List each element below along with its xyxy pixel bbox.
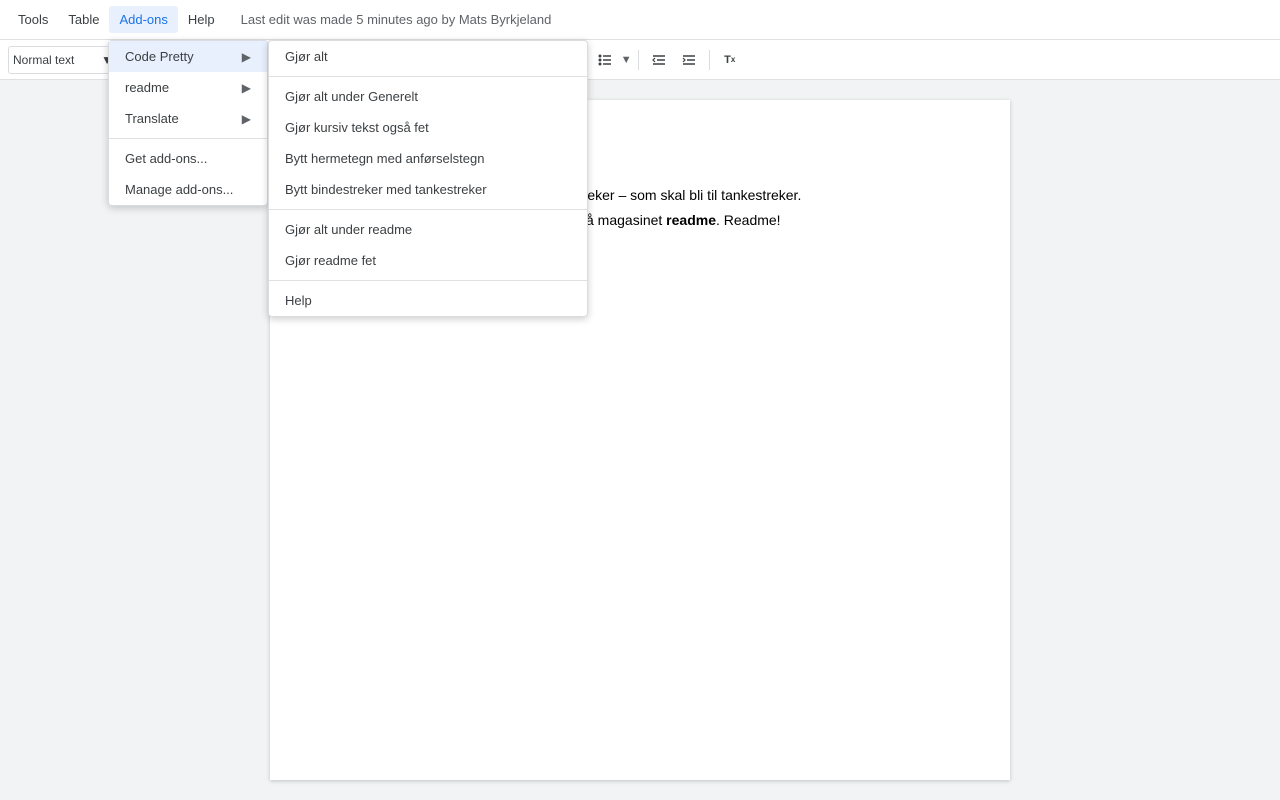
submenu-sep-1: [269, 76, 587, 77]
submenu-gjor-readme-fet[interactable]: Gjør readme fet: [269, 245, 587, 276]
clear-format-button[interactable]: Tx: [716, 46, 744, 74]
indent-decrease-icon: [651, 52, 667, 68]
doc-text-skal: skal: [660, 187, 685, 203]
menu-addons[interactable]: Add-ons: [109, 6, 177, 33]
addons-menu-code-pretty[interactable]: Code Pretty ▶: [109, 41, 267, 72]
submenu-help[interactable]: Help: [269, 285, 587, 316]
code-pretty-arrow: ▶: [242, 50, 251, 64]
menu-bar: Tools Table Add-ons Help Last edit was m…: [0, 0, 1280, 40]
submenu-sep-3: [269, 280, 587, 281]
addons-menu-get[interactable]: Get add-ons...: [109, 143, 267, 174]
readme-arrow: ▶: [242, 81, 251, 95]
code-pretty-submenu: Gjør alt Gjør alt under Generelt Gjør ku…: [268, 40, 588, 317]
submenu-bytt-bindestreker[interactable]: Bytt bindestreker med tankestreker: [269, 174, 587, 205]
submenu-gjor-kursiv[interactable]: Gjør kursiv tekst også fet: [269, 112, 587, 143]
submenu-gjor-generelt[interactable]: Gjør alt under Generelt: [269, 81, 587, 112]
menu-tools[interactable]: Tools: [8, 6, 58, 33]
doc-text-readme2: readme: [666, 212, 716, 228]
submenu-gjor-readme-all[interactable]: Gjør alt under readme: [269, 214, 587, 245]
last-edit-text: Last edit was made 5 minutes ago by Mats…: [241, 12, 552, 27]
submenu-gjor-alt[interactable]: Gjør alt: [269, 41, 587, 72]
indent-increase-icon: [681, 52, 697, 68]
indent-decrease-button[interactable]: [645, 46, 673, 74]
addons-dropdown: Code Pretty ▶ readme ▶ Translate ▶ Get a…: [108, 40, 268, 206]
submenu-bytt-hermetegn[interactable]: Bytt hermetegn med anførselstegn: [269, 143, 587, 174]
toolbar-sep-7: [709, 50, 710, 70]
menu-table[interactable]: Table: [58, 6, 109, 33]
bullet-list-icon: [597, 52, 613, 68]
addons-menu-translate[interactable]: Translate ▶: [109, 103, 267, 134]
toolbar-sep-6: [638, 50, 639, 70]
submenu-sep-2: [269, 209, 587, 210]
doc-text-readme3: . Readme!: [716, 212, 781, 228]
translate-arrow: ▶: [242, 112, 251, 126]
bullet-list-button[interactable]: [591, 46, 619, 74]
addons-menu-sep: [109, 138, 267, 139]
doc-text-bli: bli til tankestreker.: [685, 187, 801, 203]
style-selector-label: Normal text: [13, 53, 74, 67]
style-selector[interactable]: Normal text ▼: [8, 46, 118, 74]
addons-menu-manage[interactable]: Manage add-ons...: [109, 174, 267, 205]
addons-menu-readme[interactable]: readme ▶: [109, 72, 267, 103]
bullet-list-chevron[interactable]: ▼: [621, 54, 632, 66]
menu-help[interactable]: Help: [178, 6, 225, 33]
indent-increase-button[interactable]: [675, 46, 703, 74]
